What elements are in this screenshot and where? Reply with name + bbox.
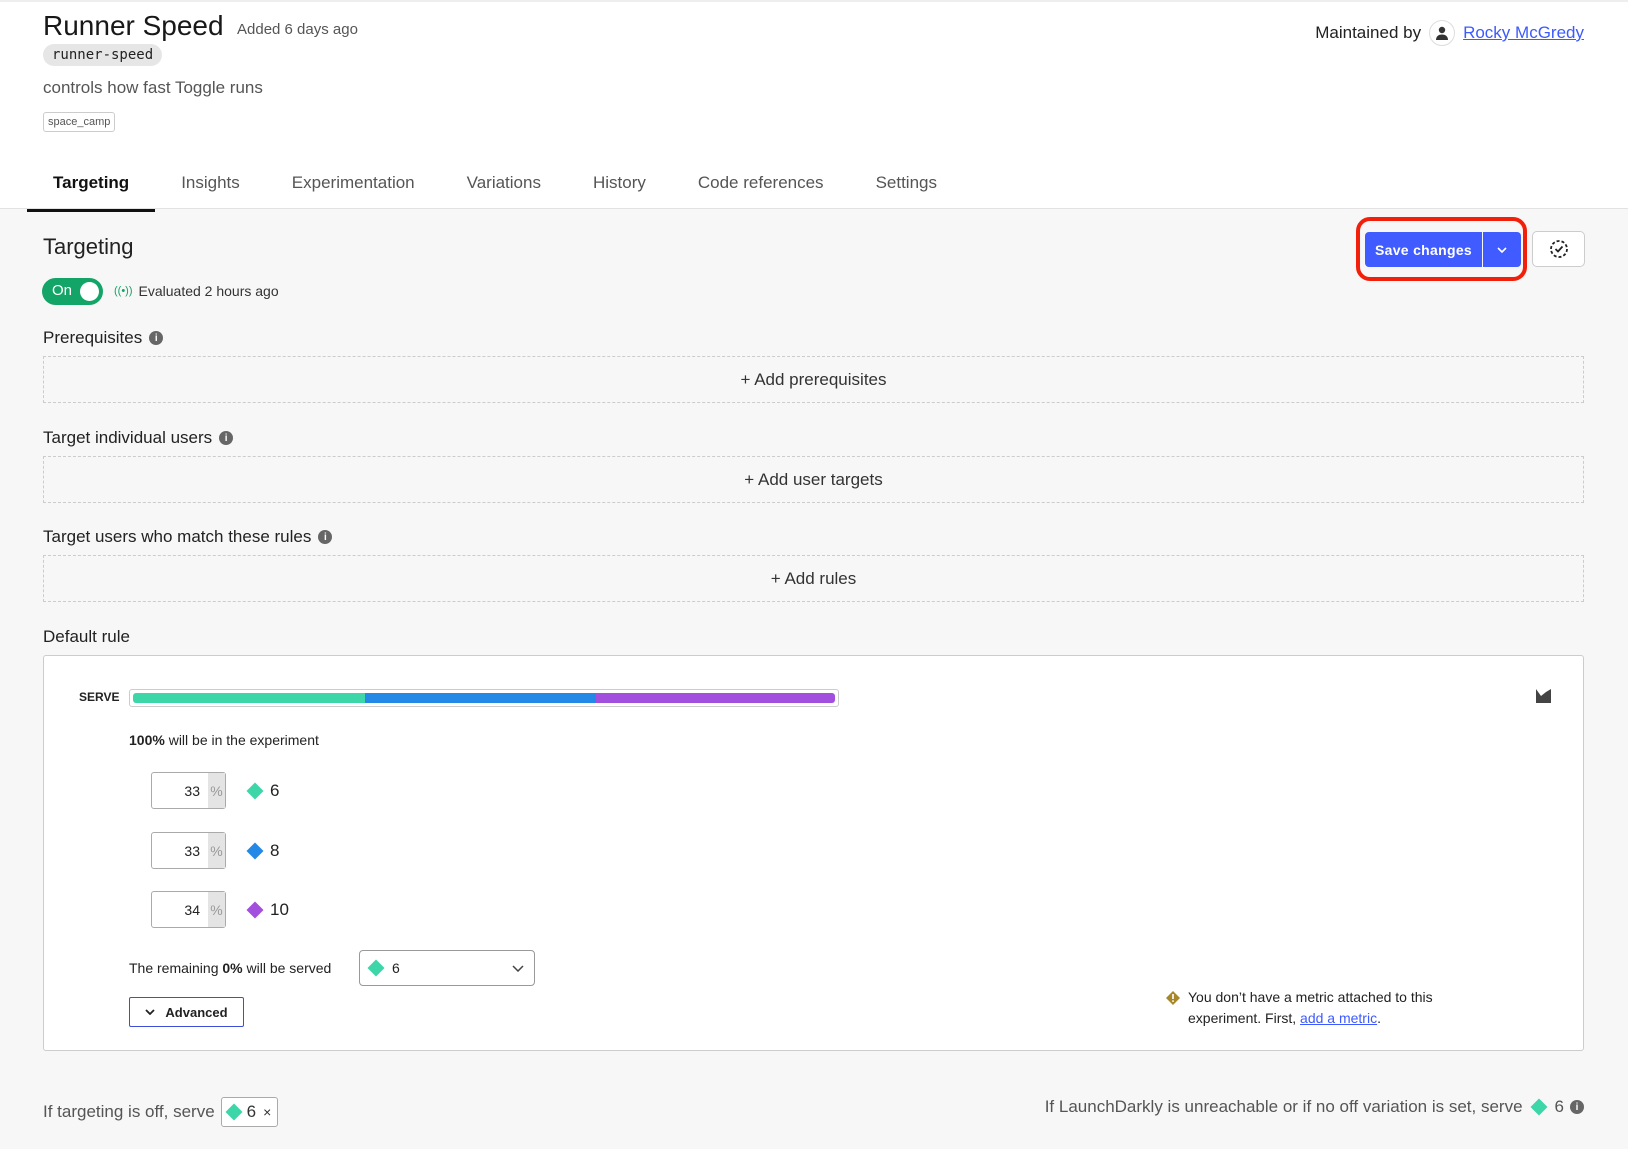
selected-value: 6 xyxy=(392,960,400,976)
toggle-label: On xyxy=(52,282,73,299)
percent-unit: % xyxy=(208,773,225,808)
percent-value[interactable]: 33 xyxy=(152,833,208,868)
dashed-check-circle-icon xyxy=(1549,240,1568,258)
remaining-percent: 0% xyxy=(222,960,243,976)
chevron-down-icon xyxy=(1497,246,1507,253)
evaluated-text: Evaluated 2 hours ago xyxy=(138,283,279,299)
percent-value[interactable]: 33 xyxy=(152,773,208,808)
signal-icon: ((•)) xyxy=(114,285,133,297)
remaining-post: will be served xyxy=(242,960,332,976)
rollout-bar xyxy=(129,689,839,707)
variation-label: 10 xyxy=(246,900,289,920)
variation-value: 10 xyxy=(270,900,289,919)
label-text: Target users who match these rules xyxy=(43,527,312,546)
metric-warning: You don’t have a metric attached to this… xyxy=(1166,987,1468,1029)
off-variation-chip[interactable]: 6 × xyxy=(220,1097,279,1127)
remaining-text: The remaining 0% will be served xyxy=(129,960,331,976)
diamond-icon xyxy=(246,782,264,800)
flag-key: runner-speed xyxy=(43,44,163,66)
fallback-label: If LaunchDarkly is unreachable or if no … xyxy=(1044,1097,1523,1116)
diamond-icon xyxy=(367,959,385,977)
experiment-percent: 100% xyxy=(129,732,165,748)
add-metric-link[interactable]: add a metric xyxy=(1300,1010,1377,1026)
save-changes-button[interactable]: Save changes xyxy=(1365,232,1482,267)
experiment-label: will be in the experiment xyxy=(164,732,319,748)
flag-tag[interactable]: space_camp xyxy=(43,112,116,132)
prerequisites-label: Prerequisites i xyxy=(43,328,164,348)
info-icon[interactable]: i xyxy=(149,331,164,345)
variation-percent-input[interactable]: 33% xyxy=(151,772,226,809)
flag-title: Runner Speed xyxy=(43,10,224,41)
individual-targets-label: Target individual users i xyxy=(43,428,234,448)
fallback-variation: If LaunchDarkly is unreachable or if no … xyxy=(1045,1097,1584,1117)
label-text: Target individual users xyxy=(43,428,213,447)
section-heading: Targeting xyxy=(43,234,134,259)
tab-code-references[interactable]: Code references xyxy=(672,168,850,212)
evaluated-status: ((•)) Evaluated 2 hours ago xyxy=(114,283,279,299)
add-user-targets-button[interactable]: + Add user targets xyxy=(43,456,1584,503)
off-value: 6 xyxy=(246,1102,257,1121)
percent-unit: % xyxy=(208,833,225,868)
default-rule-label: Default rule xyxy=(43,627,130,646)
percent-unit: % xyxy=(208,892,225,927)
variation-label: 8 xyxy=(246,841,280,861)
tab-targeting[interactable]: Targeting xyxy=(27,168,156,212)
warning-end: . xyxy=(1377,1010,1381,1026)
add-prerequisites-button[interactable]: + Add prerequisites xyxy=(43,356,1584,403)
off-variation: If targeting is off, serve 6 × xyxy=(43,1097,279,1127)
add-rules-button[interactable]: + Add rules xyxy=(43,555,1584,602)
chevron-down-icon xyxy=(512,964,524,972)
flag-description: controls how fast Toggle runs xyxy=(43,78,263,97)
variation-value: 8 xyxy=(270,841,280,860)
rollout-segment xyxy=(596,693,835,703)
advanced-label: Advanced xyxy=(165,1004,228,1020)
maintainer-label: Maintained by xyxy=(1315,23,1422,42)
info-icon[interactable]: i xyxy=(1570,1100,1584,1114)
off-label: If targeting is off, serve xyxy=(43,1102,215,1121)
targeting-toggle[interactable]: On xyxy=(42,278,103,305)
diamond-icon xyxy=(246,842,264,860)
save-options-dropdown[interactable] xyxy=(1483,232,1521,267)
info-icon[interactable]: i xyxy=(318,530,333,544)
tab-insights[interactable]: Insights xyxy=(155,168,266,212)
tab-variations[interactable]: Variations xyxy=(441,168,567,212)
tab-settings[interactable]: Settings xyxy=(850,168,963,212)
tab-experimentation[interactable]: Experimentation xyxy=(266,168,441,212)
toggle-knob xyxy=(80,282,99,301)
flag-header: Runner Speed Added 6 days ago runner-spe… xyxy=(0,0,1628,212)
rules-label: Target users who match these rules i xyxy=(43,527,333,547)
rollout-segment xyxy=(364,693,597,703)
review-changes-button[interactable] xyxy=(1532,231,1585,267)
rollout-segment xyxy=(133,693,365,703)
serve-label: SERVE xyxy=(79,690,120,704)
info-icon[interactable]: i xyxy=(219,431,234,445)
variation-value: 6 xyxy=(270,781,280,800)
added-date: Added 6 days ago xyxy=(237,21,358,38)
maintainer: Maintained by Rocky McGredy xyxy=(1315,20,1584,46)
avatar-icon xyxy=(1429,20,1456,46)
remaining-variation-select[interactable]: 6 xyxy=(359,950,535,986)
advanced-button[interactable]: Advanced xyxy=(129,997,244,1027)
diamond-icon xyxy=(1530,1098,1548,1116)
fallback-value: 6 xyxy=(1554,1097,1564,1116)
remaining-pre: The remaining xyxy=(129,960,223,976)
variation-percent-input[interactable]: 33% xyxy=(151,832,226,869)
maintainer-link[interactable]: Rocky McGredy xyxy=(1463,23,1584,43)
chevron-down-icon xyxy=(145,1009,156,1015)
diamond-icon xyxy=(246,901,264,919)
variation-percent-input[interactable]: 34% xyxy=(151,891,226,928)
warning-icon xyxy=(1166,990,1180,1029)
experiment-text: 100% will be in the experiment xyxy=(129,732,319,748)
tab-history[interactable]: History xyxy=(567,168,672,212)
percent-value[interactable]: 34 xyxy=(152,892,208,927)
tab-bar: Targeting Insights Experimentation Varia… xyxy=(27,168,963,212)
label-text: Prerequisites xyxy=(43,328,143,347)
chart-icon[interactable] xyxy=(1536,689,1551,708)
variation-label: 6 xyxy=(246,781,280,801)
diamond-icon xyxy=(225,1103,243,1121)
close-icon[interactable]: × xyxy=(263,1104,271,1120)
